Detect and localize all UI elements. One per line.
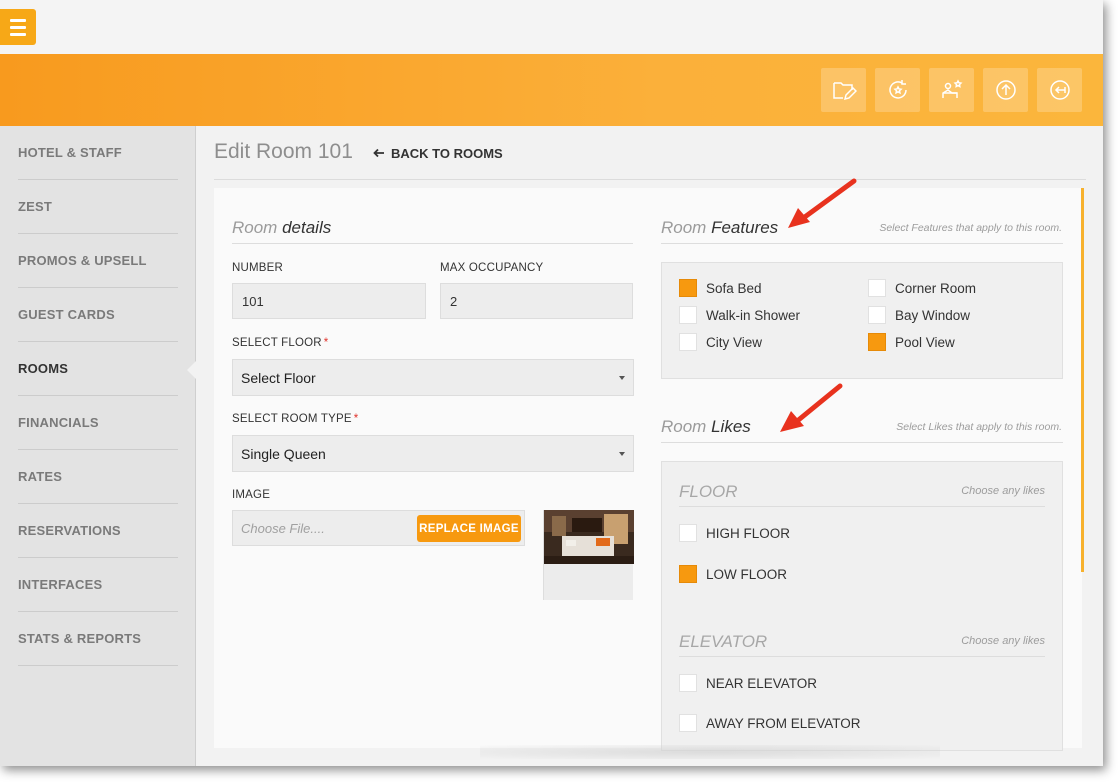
refresh-star-icon[interactable] <box>875 68 920 112</box>
scroll-shadow <box>480 745 940 759</box>
number-label: NUMBER <box>232 262 284 274</box>
feature-label: Sofa Bed <box>706 280 762 296</box>
scrollbar[interactable] <box>1081 188 1084 572</box>
feature-label: Walk-in Shower <box>706 307 801 323</box>
back-link-label: BACK TO ROOMS <box>391 146 503 161</box>
floor-select-value: Select Floor <box>241 369 316 386</box>
room-likes-heading: Room Likes <box>661 417 751 437</box>
feature-sofa-bed[interactable]: Sofa Bed <box>679 279 762 297</box>
heading-light: Room <box>661 218 707 237</box>
sidebar-item-financials[interactable]: FINANCIALS <box>18 396 178 450</box>
active-item-pointer <box>187 360 197 380</box>
heading-bold: details <box>282 218 332 237</box>
room-features-heading: Room Features <box>661 218 778 238</box>
group-floor-hint: Choose any likes <box>961 485 1045 497</box>
feature-bay-window[interactable]: Bay Window <box>868 306 970 324</box>
group-elevator-hint: Choose any likes <box>961 635 1045 647</box>
features-hint: Select Features that apply to this room. <box>879 222 1062 234</box>
like-label: HIGH FLOOR <box>706 525 791 541</box>
features-divider <box>661 243 1063 244</box>
checkbox[interactable] <box>868 279 886 297</box>
header-toolbar <box>0 54 1103 126</box>
like-low-floor[interactable]: LOW FLOOR <box>679 565 787 583</box>
feature-label: City View <box>706 334 763 350</box>
checkbox[interactable] <box>868 333 886 351</box>
heading-bold: Likes <box>711 417 751 436</box>
app-window: HOTEL & STAFF ZEST PROMOS & UPSELL GUEST… <box>0 0 1103 766</box>
likes-divider <box>661 442 1063 443</box>
checkbox[interactable] <box>679 279 697 297</box>
max-occupancy-input[interactable]: 2 <box>440 283 633 319</box>
feature-label: Bay Window <box>895 307 971 323</box>
room-type-label-text: SELECT ROOM TYPE <box>232 413 352 425</box>
annotation-arrow-icon <box>780 383 843 432</box>
group-floor-title: FLOOR <box>679 482 738 501</box>
upload-icon[interactable] <box>983 68 1028 112</box>
sidebar-item-promos-upsell[interactable]: PROMOS & UPSELL <box>18 234 178 288</box>
feature-label: Pool View <box>895 334 955 350</box>
image-label: IMAGE <box>232 489 271 501</box>
like-near-elevator[interactable]: NEAR ELEVATOR <box>679 674 817 692</box>
checkbox[interactable] <box>679 333 697 351</box>
like-label: LOW FLOOR <box>706 566 788 582</box>
heading-bold: Features <box>711 218 779 237</box>
checkbox[interactable] <box>868 306 886 324</box>
floor-select[interactable]: Select Floor <box>232 359 634 396</box>
select-room-type-label: SELECT ROOM TYPE * <box>232 413 359 425</box>
room-type-select-value: Single Queen <box>241 445 326 462</box>
max-occupancy-label: MAX OCCUPANCY <box>440 262 544 274</box>
checkbox[interactable] <box>679 674 697 692</box>
room-number-input[interactable]: 101 <box>232 283 426 319</box>
chevron-down-icon <box>619 452 625 456</box>
group-floor-divider <box>679 506 1045 507</box>
heading-light: Room <box>232 218 278 237</box>
page-title: Edit Room 101 <box>214 140 353 163</box>
feature-pool-view[interactable]: Pool View <box>868 333 955 351</box>
sidebar-item-rates[interactable]: RATES <box>18 450 178 504</box>
replace-image-button[interactable]: REPLACE IMAGE <box>417 515 521 542</box>
room-details-heading: Room details <box>232 218 331 238</box>
sidebar-item-guest-cards[interactable]: GUEST CARDS <box>18 288 178 342</box>
sidebar-item-rooms[interactable]: ROOMS <box>18 342 178 396</box>
edit-folder-icon[interactable] <box>821 68 866 112</box>
hamburger-menu-icon[interactable] <box>0 9 36 45</box>
room-type-select[interactable]: Single Queen <box>232 435 634 472</box>
guest-star-icon[interactable] <box>929 68 974 112</box>
sidebar-item-stats-reports[interactable]: STATS & REPORTS <box>18 612 178 666</box>
top-bar <box>0 0 1103 54</box>
checkbox[interactable] <box>679 306 697 324</box>
feature-label: Corner Room <box>895 280 977 296</box>
arrow-left-icon <box>373 146 385 161</box>
group-elevator-title: ELEVATOR <box>679 632 768 651</box>
likes-container <box>661 461 1063 751</box>
checkbox[interactable] <box>679 714 697 732</box>
select-floor-label: SELECT FLOOR * <box>232 337 329 349</box>
sidebar-item-zest[interactable]: ZEST <box>18 180 178 234</box>
back-to-rooms-link[interactable]: BACK TO ROOMS <box>373 146 503 161</box>
like-away-from-elevator[interactable]: AWAY FROM ELEVATOR <box>679 714 861 732</box>
like-label: AWAY FROM ELEVATOR <box>706 715 861 731</box>
group-elevator-divider <box>679 656 1045 657</box>
details-divider <box>232 243 633 244</box>
sidebar-item-hotel-staff[interactable]: HOTEL & STAFF <box>18 126 178 180</box>
feature-city-view[interactable]: City View <box>679 333 762 351</box>
select-floor-label-text: SELECT FLOOR <box>232 337 322 349</box>
annotation-arrow-icon <box>788 178 857 228</box>
sidebar-nav: HOTEL & STAFF ZEST PROMOS & UPSELL GUEST… <box>0 126 196 766</box>
room-thumbnail <box>544 510 634 564</box>
heading-light: Room <box>661 417 707 436</box>
logout-icon[interactable] <box>1037 68 1082 112</box>
checkbox[interactable] <box>679 565 697 583</box>
image-preview <box>543 510 634 600</box>
like-label: NEAR ELEVATOR <box>706 675 818 691</box>
chevron-down-icon <box>619 376 625 380</box>
like-high-floor[interactable]: HIGH FLOOR <box>679 524 790 542</box>
title-divider <box>214 179 1086 180</box>
likes-hint: Select Likes that apply to this room. <box>896 421 1062 433</box>
sidebar-item-interfaces[interactable]: INTERFACES <box>18 558 178 612</box>
checkbox[interactable] <box>679 524 697 542</box>
sidebar-item-reservations[interactable]: RESERVATIONS <box>18 504 178 558</box>
feature-corner-room[interactable]: Corner Room <box>868 279 976 297</box>
feature-walk-in-shower[interactable]: Walk-in Shower <box>679 306 800 324</box>
